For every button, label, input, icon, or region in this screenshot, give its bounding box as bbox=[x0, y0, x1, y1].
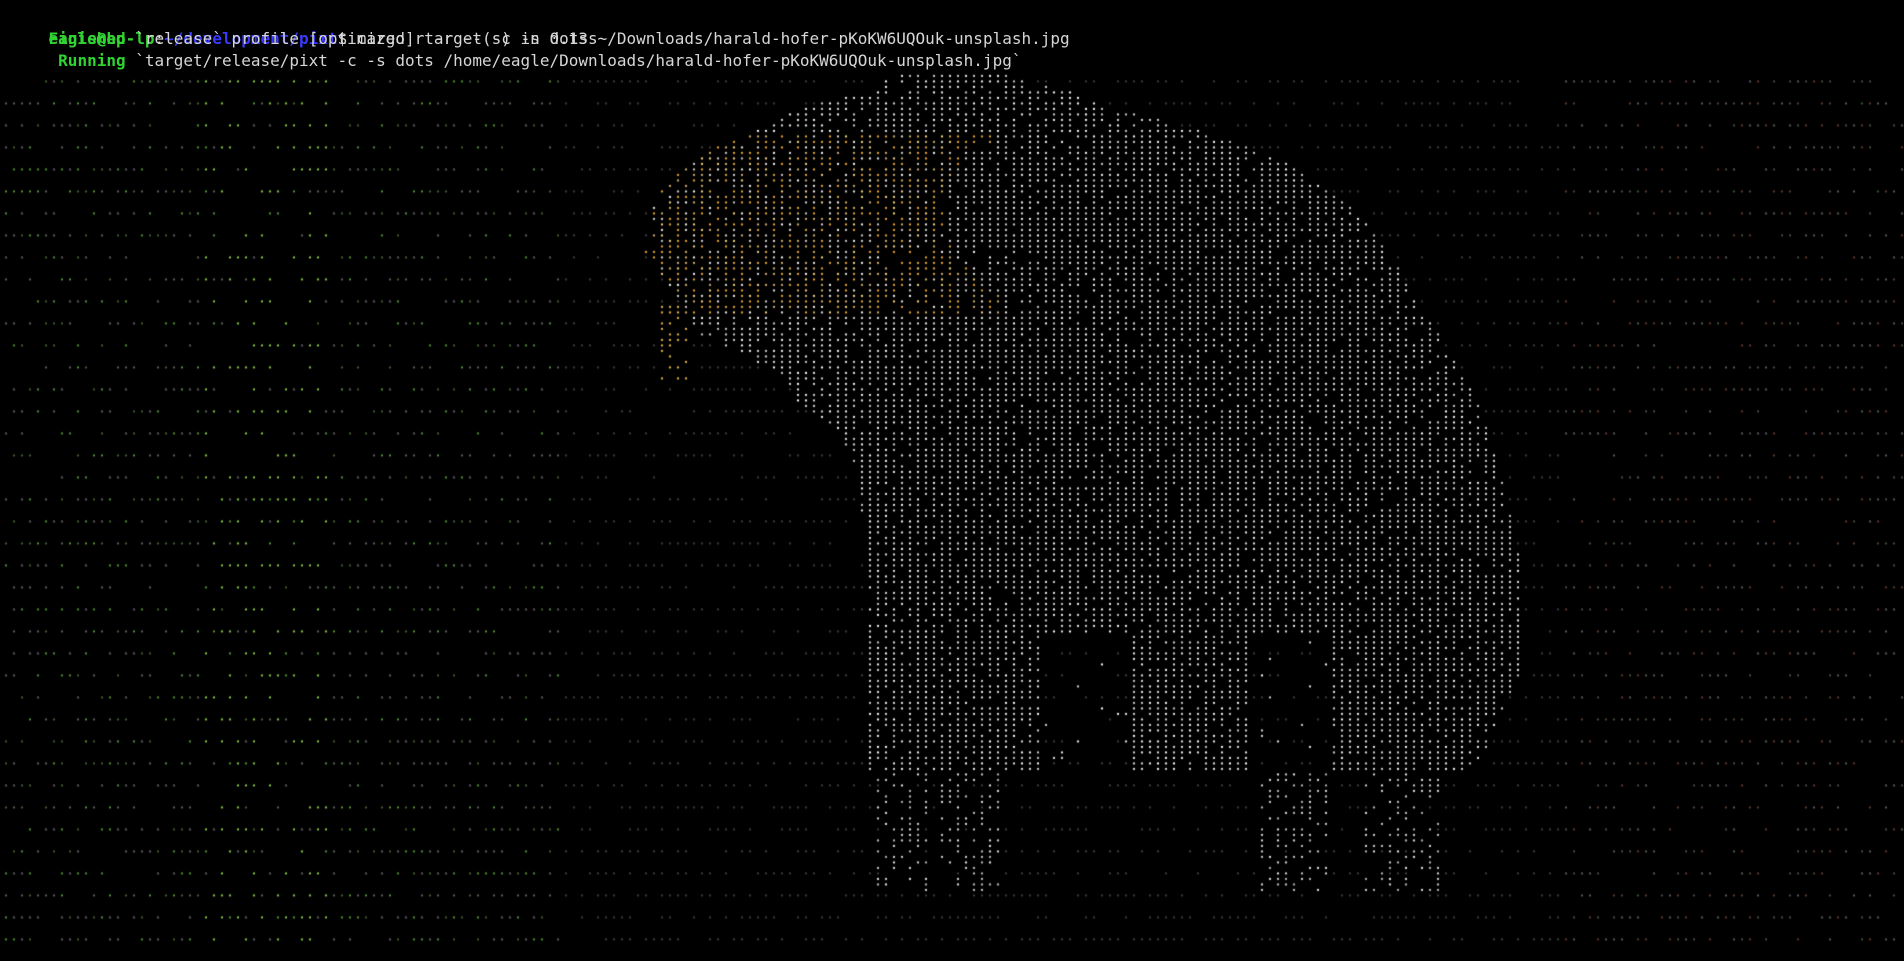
output-message-finished: `release` profile [optimized] target(s) … bbox=[125, 29, 598, 48]
output-line-running: Running `target/release/pixt -c -s dots … bbox=[10, 50, 1021, 72]
prompt-line: eagle@hp-lp:~/development/pixt$ cargo r … bbox=[10, 6, 1070, 48]
output-status-finished: Finished bbox=[48, 29, 126, 48]
output-line-finished: Finished `release` profile [optimized] t… bbox=[10, 28, 598, 50]
output-indent bbox=[10, 29, 49, 48]
output-indent bbox=[10, 51, 58, 70]
output-status-running: Running bbox=[58, 51, 126, 70]
terminal-window[interactable]: eagle@hp-lp:~/development/pixt$ cargo r … bbox=[0, 0, 1904, 961]
output-message-running: `target/release/pixt -c -s dots /home/ea… bbox=[125, 51, 1022, 70]
dot-art-horse-image bbox=[0, 74, 1904, 961]
